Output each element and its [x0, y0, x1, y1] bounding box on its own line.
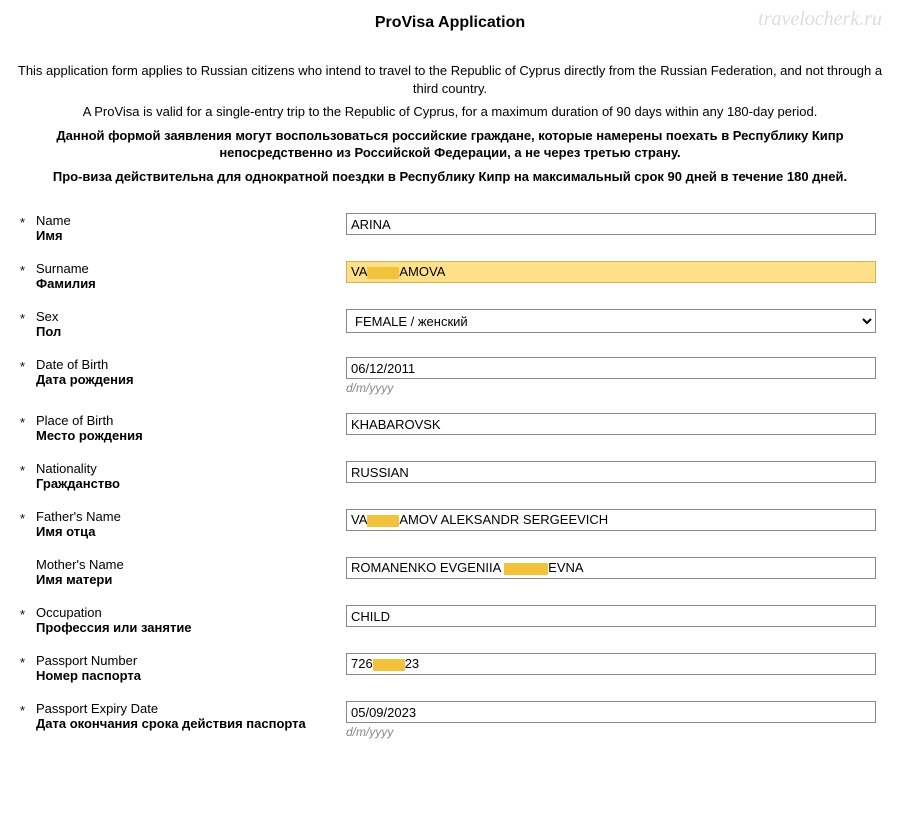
label-dob-ru: Дата рождения — [36, 372, 336, 387]
label-sex-en: Sex — [36, 309, 336, 324]
required-marker: * — [10, 653, 36, 670]
row-mother: Mother's Name Имя матери ROMANENKO EVGEN… — [10, 551, 890, 599]
mother-value-pre: ROMANENKO EVGENIIA — [351, 560, 504, 575]
nationality-input[interactable] — [346, 461, 876, 483]
label-sex-ru: Пол — [36, 324, 336, 339]
required-marker: * — [10, 701, 36, 718]
required-marker: * — [10, 213, 36, 230]
label-occupation-en: Occupation — [36, 605, 336, 620]
label-pob: Place of Birth Место рождения — [36, 413, 346, 443]
intro-block: This application form applies to Russian… — [10, 62, 890, 185]
redaction-block — [367, 515, 399, 527]
label-mother-ru: Имя матери — [36, 572, 336, 587]
row-sex: * Sex Пол FEMALE / женский — [10, 303, 890, 351]
occupation-input[interactable] — [346, 605, 876, 627]
row-pob: * Place of Birth Место рождения — [10, 407, 890, 455]
label-surname-en: Surname — [36, 261, 336, 276]
label-father-en: Father's Name — [36, 509, 336, 524]
passport-number-input[interactable]: 726 23 — [346, 653, 876, 675]
label-surname: Surname Фамилия — [36, 261, 346, 291]
label-name: Name Имя — [36, 213, 346, 243]
page-container: ProVisa Application This application for… — [0, 0, 900, 751]
label-ppn-ru: Номер паспорта — [36, 668, 336, 683]
label-dob: Date of Birth Дата рождения — [36, 357, 346, 387]
label-mother: Mother's Name Имя матери — [36, 557, 346, 587]
required-marker: * — [10, 309, 36, 326]
father-value-post: AMOV ALEKSANDR SERGEEVICH — [399, 512, 608, 527]
intro-line-2: A ProVisa is valid for a single-entry tr… — [10, 103, 890, 121]
ppn-value-post: 23 — [405, 656, 419, 671]
label-sex: Sex Пол — [36, 309, 346, 339]
label-passport-expiry: Passport Expiry Date Дата окончания срок… — [36, 701, 346, 731]
required-marker: * — [10, 509, 36, 526]
required-marker: * — [10, 261, 36, 278]
required-marker: * — [10, 461, 36, 478]
label-occupation: Occupation Профессия или занятие — [36, 605, 346, 635]
label-name-ru: Имя — [36, 228, 336, 243]
label-passport-number: Passport Number Номер паспорта — [36, 653, 346, 683]
required-marker — [10, 557, 36, 559]
surname-value-post: AMOVA — [399, 264, 445, 279]
sex-select[interactable]: FEMALE / женский — [346, 309, 876, 333]
page-title: ProVisa Application — [10, 14, 890, 32]
required-marker: * — [10, 413, 36, 430]
pob-input[interactable] — [346, 413, 876, 435]
label-nationality-en: Nationality — [36, 461, 336, 476]
redaction-block — [373, 659, 405, 671]
row-nationality: * Nationality Гражданство — [10, 455, 890, 503]
row-occupation: * Occupation Профессия или занятие — [10, 599, 890, 647]
row-dob: * Date of Birth Дата рождения d/m/yyyy — [10, 351, 890, 407]
redaction-block — [367, 267, 399, 279]
row-surname: * Surname Фамилия VA AMOVA — [10, 255, 890, 303]
mother-input[interactable]: ROMANENKO EVGENIIA EVNA — [346, 557, 876, 579]
father-input[interactable]: VA AMOV ALEKSANDR SERGEEVICH — [346, 509, 876, 531]
dob-input[interactable] — [346, 357, 876, 379]
label-ped-en: Passport Expiry Date — [36, 701, 336, 716]
name-input[interactable] — [346, 213, 876, 235]
label-name-en: Name — [36, 213, 336, 228]
form-area: * Name Имя * Surname Фамилия VA AMOVA — [10, 207, 890, 751]
surname-input[interactable]: VA AMOVA — [346, 261, 876, 283]
label-nationality: Nationality Гражданство — [36, 461, 346, 491]
row-passport-expiry: * Passport Expiry Date Дата окончания ср… — [10, 695, 890, 751]
label-dob-en: Date of Birth — [36, 357, 336, 372]
dob-hint: d/m/yyyy — [346, 381, 876, 395]
father-value-pre: VA — [351, 512, 367, 527]
row-father: * Father's Name Имя отца VA AMOV ALEKSAND… — [10, 503, 890, 551]
intro-line-3-ru: Данной формой заявления могут воспользов… — [10, 127, 890, 162]
label-father-ru: Имя отца — [36, 524, 336, 539]
row-passport-number: * Passport Number Номер паспорта 726 23 — [10, 647, 890, 695]
label-ppn-en: Passport Number — [36, 653, 336, 668]
ped-hint: d/m/yyyy — [346, 725, 876, 739]
ppn-value-pre: 726 — [351, 656, 373, 671]
label-pob-en: Place of Birth — [36, 413, 336, 428]
intro-line-1: This application form applies to Russian… — [10, 62, 890, 97]
label-father: Father's Name Имя отца — [36, 509, 346, 539]
label-surname-ru: Фамилия — [36, 276, 336, 291]
label-ped-ru: Дата окончания срока действия паспорта — [36, 716, 336, 731]
required-marker: * — [10, 357, 36, 374]
required-marker: * — [10, 605, 36, 622]
surname-value-pre: VA — [351, 264, 367, 279]
redaction-block — [504, 563, 548, 575]
label-nationality-ru: Гражданство — [36, 476, 336, 491]
intro-line-4-ru: Про-виза действительна для однократной п… — [10, 168, 890, 186]
passport-expiry-input[interactable] — [346, 701, 876, 723]
mother-value-post: EVNA — [548, 560, 583, 575]
row-name: * Name Имя — [10, 207, 890, 255]
label-mother-en: Mother's Name — [36, 557, 336, 572]
label-occupation-ru: Профессия или занятие — [36, 620, 336, 635]
label-pob-ru: Место рождения — [36, 428, 336, 443]
